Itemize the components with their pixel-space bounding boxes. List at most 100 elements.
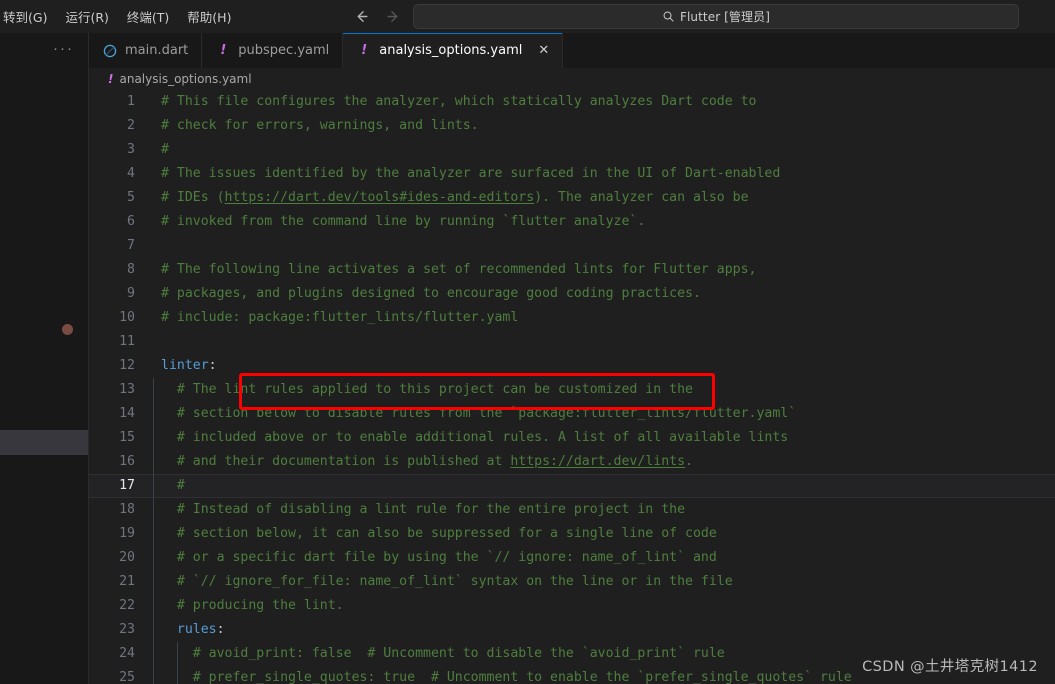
code-line[interactable]: 6 # invoked from the command line by runn… [89, 210, 1055, 234]
line-text: # IDEs (https://dart.dev/tools#ides-and-… [147, 186, 1055, 210]
line-number: 19 [119, 526, 135, 541]
code-token: # include: package:flutter_lints/flutter… [161, 310, 519, 325]
line-text: # [147, 474, 1055, 498]
code-line[interactable]: 18 # Instead of disabling a lint rule fo… [89, 498, 1055, 522]
code-line[interactable]: 16 # and their documentation is publishe… [89, 450, 1055, 474]
code-line[interactable]: 2 # check for errors, warnings, and lints… [89, 114, 1055, 138]
editor-tab-label: analysis_options.yaml [379, 43, 523, 58]
line-text: # packages, and plugins designed to enco… [147, 282, 1055, 306]
indent-guide [153, 642, 154, 666]
line-number: 5 [127, 190, 135, 205]
breadcrumb[interactable]: ! analysis_options.yaml [89, 68, 1055, 90]
code-line[interactable]: 5 # IDEs (https://dart.dev/tools#ides-and… [89, 186, 1055, 210]
line-text: # Instead of disabling a lint rule for t… [147, 498, 1055, 522]
line-number: 7 [127, 238, 135, 253]
code-token: : [208, 358, 217, 373]
menu-goto[interactable]: 转到(G) [0, 4, 56, 29]
code-line[interactable]: 14 # section below to disable rules from… [89, 402, 1055, 426]
arrow-left-icon[interactable] [352, 7, 370, 25]
code-line[interactable]: 21 # `// ignore_for_file: name_of_lint` … [89, 570, 1055, 594]
code-line[interactable]: 11 [89, 330, 1055, 354]
line-number: 2 [127, 118, 135, 133]
code-line[interactable]: 23 rules: [89, 618, 1055, 642]
code-line[interactable]: 7 [89, 234, 1055, 258]
code-line[interactable]: 1 # This file configures the analyzer, wh… [89, 90, 1055, 114]
code-line[interactable]: 15 # included above or to enable additio… [89, 426, 1055, 450]
code-line[interactable]: 17 # [89, 474, 1055, 498]
indent-guide [153, 402, 154, 426]
line-number: 23 [119, 622, 135, 637]
editor-tab-label: pubspec.yaml [238, 43, 330, 58]
code-token: # producing the lint. [161, 598, 344, 613]
editor-tab-main-dart[interactable]: main.dart [89, 33, 203, 68]
line-text: # The following line activates a set of … [147, 258, 1055, 282]
line-text: # and their documentation is published a… [147, 450, 1055, 474]
code-token: # packages, and plugins designed to enco… [161, 286, 701, 301]
indent-guide [153, 498, 154, 522]
yaml-file-icon: ! [220, 43, 227, 58]
line-number: 18 [119, 502, 135, 517]
code-line[interactable]: 3 # [89, 138, 1055, 162]
line-number: 12 [119, 358, 135, 373]
code-line[interactable]: 9 # packages, and plugins designed to enc… [89, 282, 1055, 306]
menu-bar: 转到(G) 运行(R) 终端(T) 帮助(H) [0, 0, 240, 32]
editor-tab-analysis-options-yaml[interactable]: ! analysis_options.yaml ✕ [343, 33, 564, 68]
editor-tab-pubspec-yaml[interactable]: ! pubspec.yaml [202, 33, 344, 68]
yaml-file-icon: ! [361, 43, 368, 58]
breadcrumb-label: analysis_options.yaml [119, 72, 252, 86]
code-line[interactable]: 4 # The issues identified by the analyzer… [89, 162, 1055, 186]
line-number: 11 [119, 334, 135, 349]
code-token: # section below to disable rules from th… [161, 406, 797, 421]
code-link[interactable]: https://dart.dev/lints [510, 454, 685, 469]
indent-guide [153, 546, 154, 570]
code-token: # [161, 478, 185, 493]
breakpoint-dot-icon[interactable] [62, 324, 73, 335]
code-token: . [685, 454, 693, 469]
line-number: 14 [119, 406, 135, 421]
line-text: # invoked from the command line by runni… [147, 210, 1055, 234]
close-icon[interactable]: ✕ [538, 44, 549, 57]
line-text: # section below, it can also be suppress… [147, 522, 1055, 546]
line-text: # `// ignore_for_file: name_of_lint` syn… [147, 570, 1055, 594]
indent-guide [153, 474, 154, 498]
line-number: 9 [127, 286, 135, 301]
command-center[interactable]: Flutter [管理员] [413, 4, 1019, 29]
code-line[interactable]: 19 # section below, it can also be suppr… [89, 522, 1055, 546]
indent-guide [153, 522, 154, 546]
more-actions-icon[interactable]: ··· [53, 41, 74, 56]
indent-guide [153, 594, 154, 618]
navigation-arrows [352, 0, 402, 32]
line-text: # included above or to enable additional… [147, 426, 1055, 450]
menu-terminal[interactable]: 终端(T) [118, 4, 178, 29]
arrow-right-icon[interactable] [384, 7, 402, 25]
line-text: # section below to disable rules from th… [147, 402, 1055, 426]
line-text: # include: package:flutter_lints/flutter… [147, 306, 1055, 330]
line-number: 21 [119, 574, 135, 589]
line-text: # The issues identified by the analyzer … [147, 162, 1055, 186]
menu-run[interactable]: 运行(R) [56, 4, 117, 29]
code-line[interactable]: 12 linter: [89, 354, 1055, 378]
code-token: : [216, 622, 225, 637]
code-line[interactable]: 13 # The lint rules applied to this proj… [89, 378, 1055, 402]
code-line[interactable]: 22 # producing the lint. [89, 594, 1055, 618]
code-token: # `// ignore_for_file: name_of_lint` syn… [161, 574, 733, 589]
command-center-text: Flutter [管理员] [679, 10, 771, 24]
editor-tab-bar: main.dart! pubspec.yaml! analysis_options.… [89, 33, 1055, 68]
line-text: linter: [147, 354, 1055, 378]
line-number: 6 [127, 214, 135, 229]
yaml-file-icon: ! [108, 72, 114, 86]
code-line[interactable]: 20 # or a specific dart file by using th… [89, 546, 1055, 570]
editor-content[interactable]: 1 # This file configures the analyzer, wh… [89, 90, 1055, 684]
code-token: ). The analyzer can also be [534, 190, 749, 205]
code-token: # invoked from the command line by runni… [161, 214, 646, 229]
code-token: # avoid_print: false # Uncomment to disa… [161, 646, 725, 661]
code-line[interactable]: 8 # The following line activates a set of… [89, 258, 1055, 282]
line-text: # producing the lint. [147, 594, 1055, 618]
side-bar: ··· [0, 33, 89, 684]
line-number: 24 [119, 646, 135, 661]
code-line[interactable]: 10 # include: package:flutter_lints/flutt… [89, 306, 1055, 330]
code-link[interactable]: https://dart.dev/tools#ides-and-editors [225, 190, 535, 205]
line-number: 10 [119, 310, 135, 325]
indent-guide [153, 666, 154, 684]
menu-help[interactable]: 帮助(H) [178, 4, 240, 29]
